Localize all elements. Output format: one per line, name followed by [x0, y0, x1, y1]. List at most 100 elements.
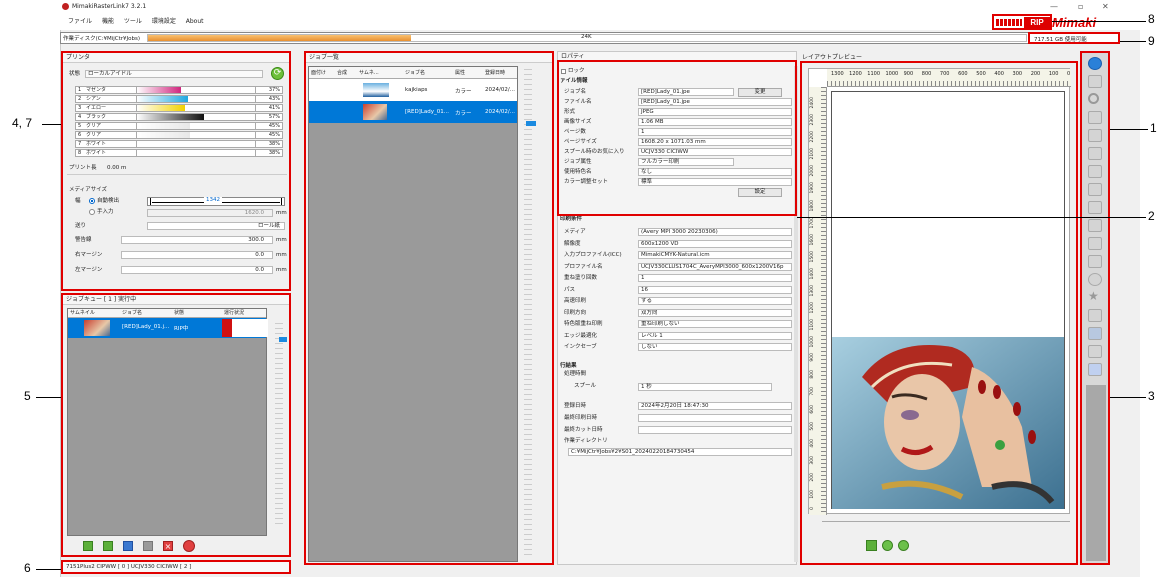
image-edit-icon[interactable] [1088, 237, 1102, 250]
tile-icon[interactable] [1088, 165, 1102, 178]
print-length-value: 0.00 m [107, 165, 127, 171]
preview-hscroll[interactable] [822, 516, 1070, 522]
queue-slider-track[interactable] [275, 323, 283, 528]
queue-job-name: [RED]Lady_01.j... [122, 324, 170, 330]
cond-label: 入力プロファイル(ICC) [564, 252, 622, 258]
trash-icon[interactable] [1088, 345, 1102, 358]
left-margin-input[interactable]: 0.0 [121, 266, 273, 274]
manual-radio[interactable] [89, 209, 95, 215]
print-image[interactable] [832, 337, 1064, 509]
manual-width-input[interactable]: 1620.0 [147, 209, 273, 217]
rip-badge: RIP [1024, 17, 1050, 28]
print-icon[interactable] [1088, 129, 1102, 142]
copy-icon[interactable] [1088, 309, 1102, 322]
ink-row: 2 シアン 43% [75, 95, 283, 103]
ruler-top-label: 1300 [831, 71, 844, 77]
callout-5: 5 [24, 389, 31, 403]
fit-view-icon[interactable] [866, 540, 877, 551]
job-list-panel: ジョブ一覧 面付け 合成 サムネ... ジョブ名 属性 登録日時 kajkiap… [304, 51, 554, 565]
warning-input[interactable]: 300.0 [121, 236, 273, 244]
star-icon[interactable]: ★ [1088, 290, 1102, 304]
stop-icon[interactable] [183, 540, 195, 552]
ruler-left-label: 1500 [810, 250, 815, 263]
menu-bar: ファイル 機能 ツール 環境設定 About [60, 14, 1140, 30]
close-icon[interactable]: ✕ [1102, 2, 1109, 11]
preview-icon[interactable] [1088, 201, 1102, 214]
layout-icon[interactable] [1088, 75, 1102, 88]
cond-value: 双方向 [638, 308, 792, 317]
queue-job-status: RIP中 [174, 326, 189, 332]
job-list-slider-handle[interactable] [526, 121, 536, 126]
col-thumbnail: サムネイル [70, 310, 95, 316]
resume-icon[interactable] [143, 541, 153, 551]
ink-row: 4 ブラック 57% [75, 113, 283, 121]
ink-bar [136, 132, 256, 138]
menu-function[interactable]: 機能 [102, 14, 114, 30]
cut-icon[interactable] [1088, 147, 1102, 160]
table-row[interactable]: [RED]Lady_01... カラー 2024/02/... [309, 101, 517, 123]
menu-tools[interactable]: ツール [124, 14, 142, 30]
move-down-icon[interactable] [103, 541, 113, 551]
ruler-left-label: 1400 [810, 267, 815, 280]
duplicate-icon[interactable] [1088, 327, 1102, 340]
move-up-icon[interactable] [83, 541, 93, 551]
menu-settings[interactable]: 環境設定 [152, 14, 176, 30]
queue-slider-handle[interactable] [279, 337, 287, 342]
ink-bar-fill [137, 105, 186, 111]
leader-6 [36, 569, 61, 570]
menu-about[interactable]: About [186, 14, 204, 30]
refresh-icon[interactable]: ⟳ [271, 67, 284, 80]
job-date: 2024/02/... [485, 87, 515, 93]
last-cut-value [638, 426, 792, 434]
maximize-icon[interactable]: ▫ [1078, 2, 1083, 11]
ruler-top-label: 600 [958, 71, 968, 77]
ruler-top-label: 0 [1067, 71, 1071, 77]
left-margin-label: 左マージン [75, 267, 103, 273]
ruler-top-label: 1200 [849, 71, 862, 77]
cond-value: レベル 1 [638, 331, 792, 340]
ink-bar-fill [137, 141, 182, 147]
ruler-left-label: 0 [810, 507, 815, 510]
leader-8 [1052, 21, 1146, 22]
right-margin-input[interactable]: 0.0 [121, 251, 273, 259]
help-icon[interactable] [1088, 363, 1102, 376]
info-icon[interactable] [1088, 57, 1102, 70]
ruler-left-label: 700 [810, 387, 815, 396]
left-ruler: 0 100 200 300 400 500 600 700 800 900 1000 1100 1200… [809, 87, 827, 515]
delete-icon[interactable]: × [163, 541, 173, 551]
crop-icon[interactable] [1088, 111, 1102, 124]
auto-detect-radio[interactable] [89, 198, 95, 204]
ruler-top-label: 900 [903, 71, 914, 77]
cond-label: 解像度 [564, 240, 581, 247]
rip-stripes [996, 19, 1022, 26]
job-queue-list: サムネイル ジョブ名 状態 運行状況 [RED]Lady_01.j... RIP… [67, 308, 268, 536]
ruler-top-label: 300 [1012, 71, 1023, 77]
table-row[interactable]: kajkiaps カラー 2024/02/... [309, 79, 517, 101]
free-space-box: 717.51 GB 使用可能 [1028, 32, 1120, 44]
spot-color-icon[interactable] [1088, 219, 1102, 232]
layers-icon[interactable] [1088, 255, 1102, 268]
zoom-out-icon[interactable] [898, 540, 909, 551]
job-list-slider-track[interactable] [524, 69, 532, 559]
job-list-title: ジョブ一覧 [306, 53, 552, 63]
minimize-icon[interactable]: — [1050, 2, 1058, 11]
zoom-in-icon[interactable] [882, 540, 893, 551]
menu-file[interactable]: ファイル [68, 14, 92, 30]
col-thumb: サムネ... [359, 70, 379, 76]
pause-icon[interactable] [123, 541, 133, 551]
right-margin-label: 右マージン [75, 252, 103, 258]
ruler-top-label: 1000 [885, 71, 899, 77]
color-icon[interactable] [1088, 183, 1102, 196]
table-row[interactable]: [RED]Lady_01.j... RIP中 [68, 318, 268, 338]
leader-4-7 [42, 124, 61, 125]
feed-label: 送り [75, 223, 87, 229]
width-label: 幅 [75, 198, 81, 204]
zoom-icon[interactable] [1088, 93, 1102, 106]
job-attr: カラー [455, 89, 472, 95]
mimaki-logo: Mimaki [1052, 15, 1097, 30]
ink-row: 8 ホワイト 38% [75, 149, 283, 157]
ink-name: ホワイト [86, 141, 107, 147]
ruler-top-label: 800 [921, 71, 932, 77]
ruler-left-label: 2400 [810, 97, 815, 109]
target-icon[interactable] [1088, 273, 1102, 286]
